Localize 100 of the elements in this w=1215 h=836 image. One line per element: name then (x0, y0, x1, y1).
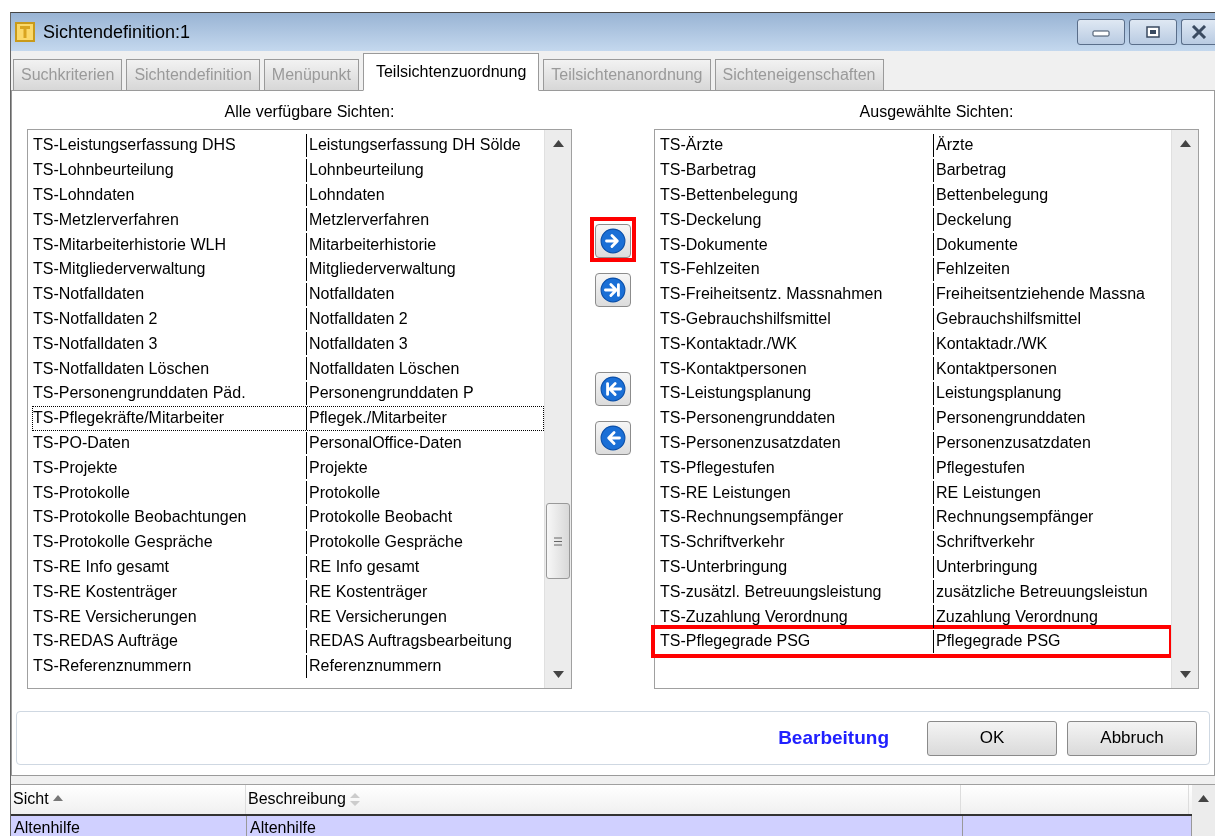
list-row[interactable]: TS-Leistungserfassung DHS Leistungserfassung DH Sölde (32, 133, 544, 158)
tab[interactable]: Teilsichtenzuordnung (362, 53, 540, 91)
list-row[interactable]: TS-RE Kostenträger RE Kostenträger (32, 579, 544, 605)
list-row[interactable]: TS-Fehlzeiten Fehlzeiten (659, 257, 1171, 282)
view-description: Fehlzeiten (933, 258, 1170, 281)
list-row[interactable]: TS-Bettenbelegung Bettenbelegung (659, 182, 1171, 208)
view-description: Personengrunddaten P (306, 381, 543, 405)
arrow-right-bar-icon (600, 277, 626, 303)
list-row[interactable]: TS-Notfalldaten 2 Notfalldaten 2 (32, 306, 544, 332)
list-row[interactable]: TS-Protokolle Protokolle (32, 480, 544, 505)
list-row[interactable]: TS-REDAS Aufträge REDAS Auftragsbearbeitung (32, 628, 544, 654)
list-row[interactable]: TS-Mitgliederverwaltung Mitgliederverwaltung (32, 257, 544, 282)
list-row[interactable]: TS-Leistungsplanung Leistungsplanung (659, 380, 1171, 406)
minimize-button[interactable] (1077, 19, 1125, 45)
list-row[interactable]: TS-Mitarbeiterhistorie WLH Mitarbeiterhistorie (32, 232, 544, 257)
view-name: TS-Lohndaten (33, 186, 136, 204)
list-row[interactable]: TS-Notfalldaten Notfalldaten (32, 281, 544, 307)
list-row[interactable]: TS-zusätzl. Betreuungsleistung zusätzliche Betreuungsleistun (659, 579, 1171, 605)
cancel-button[interactable]: Abbruch (1067, 720, 1197, 756)
view-name: TS-Dokumente (660, 235, 769, 254)
scrollbar-thumb[interactable] (546, 503, 570, 579)
view-description: Notfalldaten 3 (306, 332, 543, 356)
scroll-up-icon[interactable] (1198, 795, 1209, 802)
add-all-button[interactable] (595, 273, 631, 307)
view-name: TS-Notfalldaten Löschen (33, 359, 211, 378)
list-row[interactable]: TS-PO-Daten PersonalOffice-Daten (32, 430, 544, 456)
view-name: TS-zusätzl. Betreuungsleistung (660, 582, 883, 601)
list-row[interactable]: TS-Ärzte Ärzte (659, 133, 1171, 158)
list-row[interactable]: TS-Gebrauchshilfsmittel Gebrauchshilfsmittel (659, 306, 1171, 332)
list-row[interactable]: TS-Rechnungsempfänger Rechnungsempfänger (659, 504, 1171, 530)
list-box[interactable] (654, 129, 1199, 689)
scroll-up-icon[interactable] (552, 140, 564, 147)
maximize-button[interactable] (1129, 19, 1177, 45)
list-row[interactable]: TS-Unterbringung Unterbringung (659, 554, 1171, 580)
list-row[interactable]: TS-Lohndaten Lohndaten (32, 182, 544, 208)
add-button[interactable] (595, 224, 631, 258)
view-description: Mitgliederverwaltung (306, 258, 543, 281)
close-button[interactable] (1181, 19, 1215, 45)
view-description: Zuzahlung Verordnung (933, 605, 1170, 628)
view-description: Leistungsplanung (933, 381, 1170, 405)
view-name: TS-Fehlzeiten (660, 260, 761, 279)
view-name: TS-Ärzte (660, 136, 725, 155)
list-row[interactable]: TS-Protokolle Beobachtungen Protokolle Beobacht (32, 504, 544, 530)
scroll-up-icon[interactable] (1179, 140, 1191, 147)
view-description: Freiheitsentziehende Massna (933, 282, 1170, 306)
view-description: Kontaktadr./WK (933, 332, 1170, 356)
list-row[interactable]: TS-Kontaktadr./WK Kontaktadr./WK (659, 331, 1171, 357)
view-name: TS-Protokolle (33, 483, 131, 502)
list-row[interactable]: TS-Barbetrag Barbetrag (659, 157, 1171, 183)
list-row[interactable]: TS-Kontaktpersonen Kontaktpersonen (659, 356, 1171, 381)
view-name: TS-Personengrunddaten Päd. (33, 384, 247, 403)
list-row[interactable]: TS-Deckelung Deckelung (659, 207, 1171, 233)
list-row[interactable]: TS-Protokolle Gespräche Protokolle Gespräche (32, 529, 544, 555)
view-description: Notfalldaten Löschen (306, 357, 543, 380)
view-description: Protokolle Beobacht (306, 505, 543, 529)
list-row[interactable]: TS-Schriftverkehr Schriftverkehr (659, 529, 1171, 555)
remove-button[interactable] (595, 421, 631, 455)
column-header[interactable]: Sicht (11, 785, 246, 814)
view-description: RE Kostenträger (306, 580, 543, 604)
view-name: TS-Pflegegrade PSG (660, 632, 812, 651)
column-header[interactable]: Beschreibung (246, 785, 961, 814)
scroll-down-icon[interactable] (552, 671, 564, 678)
view-name: TS-Notfalldaten 3 (33, 334, 159, 353)
list-row[interactable]: TS-Personenzusatzdaten Personenzusatzdaten (659, 430, 1171, 456)
view-name: TS-Leistungsplanung (660, 384, 813, 403)
list-row[interactable]: TS-Notfalldaten 3 Notfalldaten 3 (32, 331, 544, 357)
view-name: TS-Kontaktpersonen (660, 359, 808, 378)
list-row[interactable]: TS-Personengrunddaten Päd. Personengrunddaten P (32, 380, 544, 406)
restore-icon (1146, 26, 1160, 38)
view-description: Referenznummern (306, 654, 543, 678)
list-row[interactable]: TS-Pflegegrade PSG Pflegegrade PSG (659, 628, 1169, 654)
arrow-left-bar-icon (600, 376, 626, 402)
view-name: TS-Barbetrag (660, 161, 758, 180)
list-row[interactable]: TS-Referenznummern Referenznummern (32, 653, 544, 679)
table-row[interactable]: Altenhilfe Altenhilfe (11, 815, 1192, 836)
list-row[interactable]: TS-RE Leistungen RE Leistungen (659, 480, 1171, 505)
list-row[interactable]: TS-RE Versicherungen RE Versicherungen (32, 604, 544, 629)
list-row[interactable]: TS-Pflegestufen Pflegestufen (659, 455, 1171, 481)
list-row[interactable]: TS-Freiheitsentz. Massnahmen Freiheitsentziehende Massna (659, 281, 1171, 307)
view-name: TS-PO-Daten (33, 433, 131, 452)
list-row[interactable]: TS-Dokumente Dokumente (659, 232, 1171, 257)
list-row[interactable]: TS-RE Info gesamt RE Info gesamt (32, 554, 544, 580)
view-description: Protokolle Gespräche (306, 530, 543, 554)
grip-icon (554, 536, 562, 546)
ok-button[interactable]: OK (927, 720, 1057, 756)
view-name: TS-Personengrunddaten (660, 409, 837, 428)
view-name: TS-Zuzahlung Verordnung (660, 607, 849, 626)
list-box[interactable] (27, 129, 572, 689)
remove-all-button[interactable] (595, 372, 631, 406)
list-row[interactable]: TS-Personengrunddaten Personengrunddaten (659, 405, 1171, 431)
list-row[interactable]: TS-Projekte Projekte (32, 455, 544, 481)
list-row[interactable]: TS-Zuzahlung Verordnung Zuzahlung Verordnung (659, 604, 1171, 629)
list-row[interactable]: TS-Lohnbeurteilung Lohnbeurteilung (32, 157, 544, 183)
list-row[interactable]: TS-Pflegekräfte/Mitarbeiter Pflegek./Mitarbeiter (32, 405, 544, 431)
view-description: RE Leistungen (933, 481, 1170, 504)
list-row[interactable]: TS-Metzlerverfahren Metzlerverfahren (32, 207, 544, 233)
scroll-down-icon[interactable] (1179, 671, 1191, 678)
list-row[interactable]: TS-Notfalldaten Löschen Notfalldaten Löschen (32, 356, 544, 381)
view-name: TS-Pflegestufen (660, 458, 776, 477)
view-description: Gebrauchshilfsmittel (933, 307, 1170, 331)
